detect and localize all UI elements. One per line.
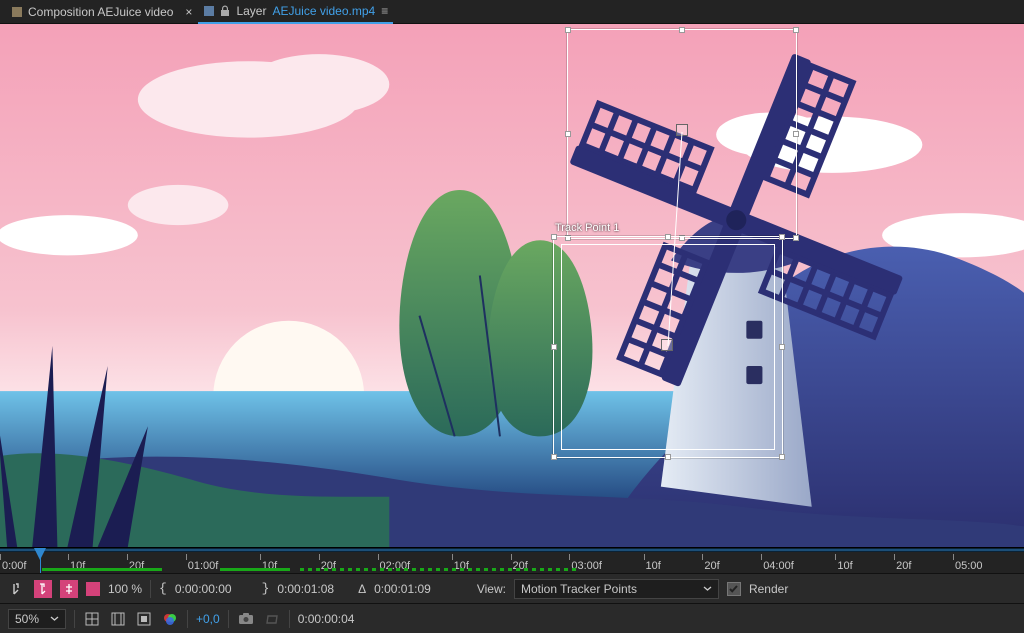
work-area-bar[interactable]: [0, 548, 1024, 552]
in-time[interactable]: 0:00:00:00: [175, 582, 232, 596]
render-label: Render: [749, 582, 788, 596]
grid-icon[interactable]: [83, 610, 101, 628]
ruler-tick: 20f: [511, 554, 570, 566]
preview-artwork: [0, 24, 1024, 547]
ruler-tick: 20f: [127, 554, 186, 566]
ruler-tick: 04:00f: [761, 554, 835, 566]
show-snapshot-icon[interactable]: [263, 610, 281, 628]
delta-time: 0:00:01:09: [374, 582, 431, 596]
snapshot-icon[interactable]: [237, 610, 255, 628]
ruler-tick: 20f: [702, 554, 761, 566]
footer-bar: 50% +0,0: [0, 603, 1024, 633]
track-feature-center[interactable]: [661, 339, 673, 351]
view-dropdown[interactable]: Motion Tracker Points: [514, 579, 719, 599]
ruler-tick: 0:00f: [0, 554, 68, 566]
time-ruler[interactable]: 0:00f10f20f01:00f10f20f02:00f10f20f03:00…: [0, 547, 1024, 573]
time-ticks: 0:00f10f20f01:00f10f20f02:00f10f20f03:00…: [0, 554, 1024, 574]
cache-segment: [220, 568, 290, 571]
guides-icon[interactable]: [109, 610, 127, 628]
ruler-tick: 10f: [260, 554, 319, 566]
layer-info-bar: 100 % { 0:00:00:00 } 0:00:01:08 Δ 0:00:0…: [0, 573, 1024, 603]
ruler-tick: 20f: [319, 554, 378, 566]
scale-value[interactable]: 100 %: [108, 582, 142, 596]
cache-segment: [42, 568, 162, 571]
mask-icon[interactable]: [135, 610, 153, 628]
exposure-value[interactable]: +0,0: [196, 612, 220, 626]
view-dropdown-value: Motion Tracker Points: [521, 582, 637, 596]
zoom-dropdown[interactable]: 50%: [8, 609, 66, 629]
view-label: View:: [477, 582, 506, 596]
cache-segment-partial: [300, 568, 580, 571]
ruler-tick: 10f: [835, 554, 894, 566]
track-attach-point[interactable]: [676, 124, 688, 136]
panel-tabs: Composition AEJuice video × Layer AEJuic…: [0, 0, 1024, 24]
close-tab-icon[interactable]: ×: [185, 5, 192, 19]
lock-icon: [220, 5, 230, 17]
ruler-tick: 02:00f: [378, 554, 452, 566]
in-bracket-icon[interactable]: {: [159, 581, 167, 596]
out-time[interactable]: 0:00:01:08: [277, 582, 334, 596]
render-checkbox[interactable]: [727, 582, 741, 596]
ruler-tick: 10f: [68, 554, 127, 566]
viewer[interactable]: Track Point 1: [0, 24, 1024, 547]
tab-composition[interactable]: Composition AEJuice video: [6, 0, 179, 24]
panel-menu-icon[interactable]: ≡: [381, 4, 387, 18]
channels-icon[interactable]: [161, 610, 179, 628]
refine-edge-icon[interactable]: [60, 580, 78, 598]
chevron-down-icon: [703, 582, 712, 596]
tab-composition-label: Composition AEJuice video: [28, 5, 173, 19]
track-point-label: Track Point 1: [555, 222, 619, 234]
ruler-tick: 20f: [894, 554, 953, 566]
comp-swatch-icon: [12, 7, 22, 17]
tab-layer-name: AEJuice video.mp4: [272, 4, 375, 18]
tab-layer[interactable]: Layer AEJuice video.mp4 ≡: [198, 0, 393, 24]
motion-sketch-icon[interactable]: [8, 580, 26, 598]
ruler-tick: 10f: [644, 554, 703, 566]
delta-label: Δ: [358, 582, 366, 596]
ruler-tick: 05:00: [953, 554, 1024, 566]
out-bracket-icon[interactable]: }: [262, 581, 270, 596]
ruler-tick: 01:00f: [186, 554, 260, 566]
ruler-tick: 10f: [452, 554, 511, 566]
current-time[interactable]: 0:00:00:04: [298, 612, 355, 626]
roto-brush-icon[interactable]: [34, 580, 52, 598]
layer-swatch-icon: [204, 6, 214, 16]
ruler-tick: 03:00f: [569, 554, 643, 566]
chevron-down-icon: [50, 612, 59, 626]
alpha-swatch-icon[interactable]: [86, 582, 100, 596]
tab-layer-prefix: Layer: [236, 4, 266, 18]
zoom-value: 50%: [15, 612, 39, 626]
